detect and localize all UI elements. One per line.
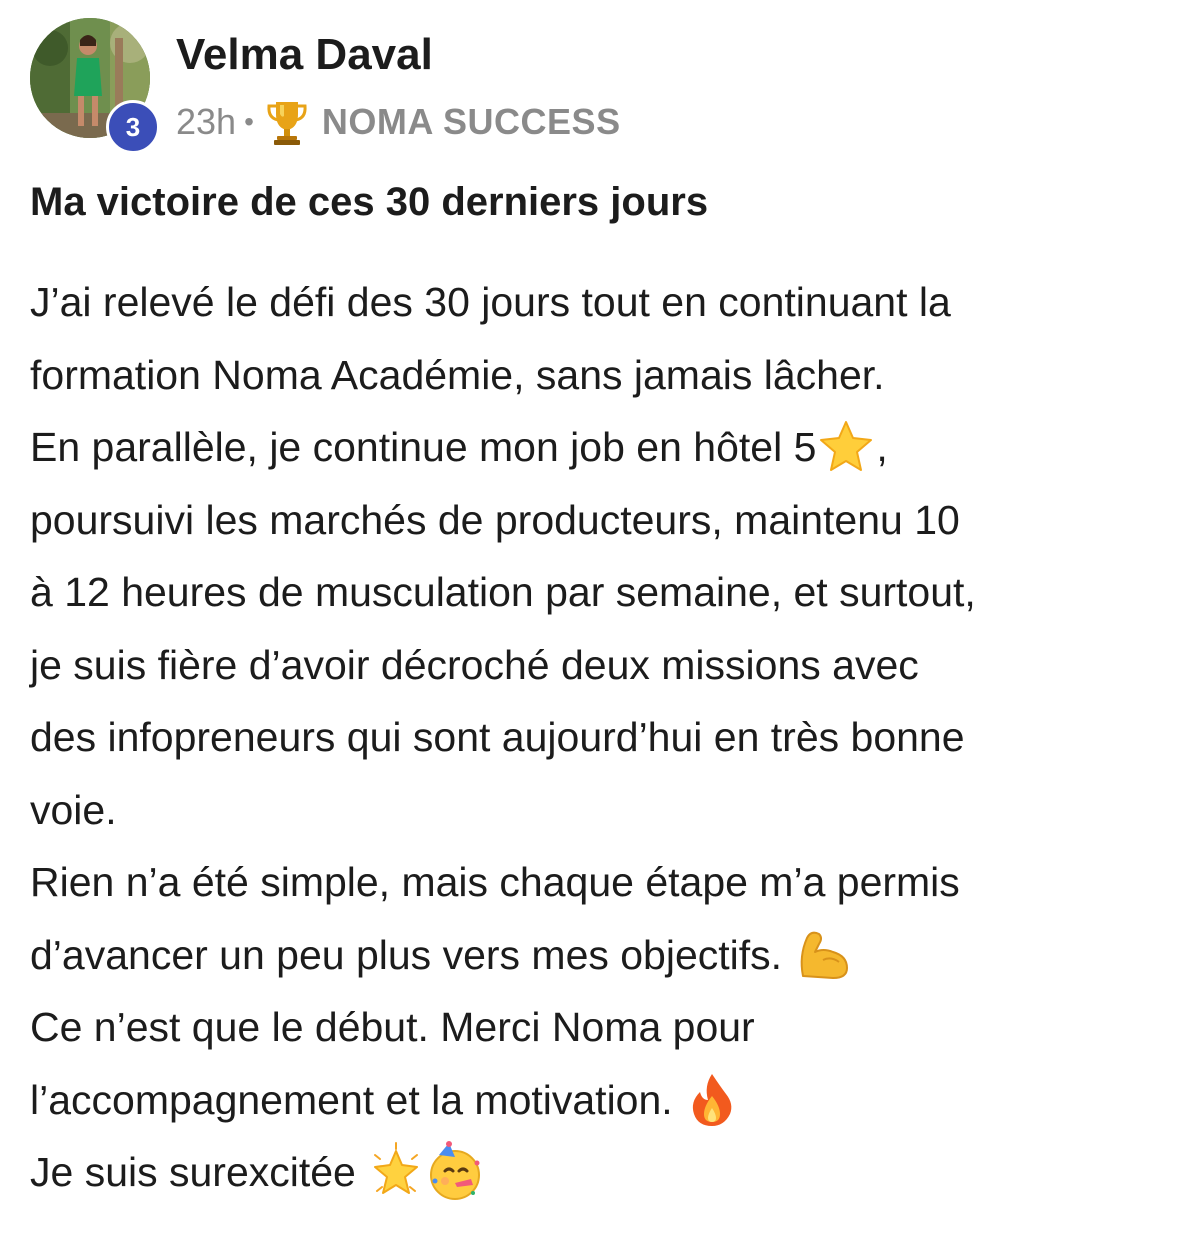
body-line-6: je suis fière d’avoir décroché deux miss… xyxy=(30,641,919,688)
separator-dot: • xyxy=(244,106,254,137)
post-header: 3 Velma Daval 23h • NOMA SUCCESS xyxy=(30,18,1130,158)
level-badge: 3 xyxy=(106,100,160,154)
body-line-3: En parallèle, je continue mon job en hôt… xyxy=(30,411,1150,484)
body-line-9: Rien n’a été simple, mais chaque étape m… xyxy=(30,859,960,905)
body-line-4: poursuivi les marchés de producteurs, ma… xyxy=(30,496,960,543)
post-meta: 23h • NOMA SUCCESS xyxy=(176,98,621,146)
body-line-2: formation Noma Académie, sans jamais lâc… xyxy=(30,351,885,398)
body-line-3-text: En parallèle, je continue mon job en hôt… xyxy=(30,424,817,470)
body-line-12-text: l’accompagnement et la motivation. xyxy=(30,1076,673,1123)
trophy-icon xyxy=(267,102,307,145)
post-time: 23h xyxy=(176,101,237,142)
body-line-11: Ce n’est que le début. Merci Noma pour xyxy=(30,1004,755,1050)
body-line-7: des infopreneurs qui sont aujourd’hui en… xyxy=(30,714,965,760)
body-line-12: l’accompagnement et la motivation. xyxy=(30,1064,1150,1137)
body-line-8: voie. xyxy=(30,786,117,833)
body-line-13-text: Je suis surexcitée xyxy=(30,1149,356,1195)
flexed-biceps-emoji-icon xyxy=(801,931,849,979)
post-body: J’ai relevé le défi des 30 jours tout en… xyxy=(30,266,1150,1209)
body-line-10: d’avancer un peu plus vers mes objectifs… xyxy=(30,919,1150,992)
author-name[interactable]: Velma Daval xyxy=(176,30,433,80)
category-label[interactable]: NOMA SUCCESS xyxy=(322,101,621,143)
fire-emoji-icon xyxy=(692,1073,732,1126)
body-line-3-suffix: , xyxy=(876,424,888,470)
post-card: 3 Velma Daval 23h • NOMA SUCCESS Ma vict… xyxy=(0,0,1179,1236)
body-line-10-text: d’avancer un peu plus vers mes objectifs… xyxy=(30,931,783,978)
post-title: Ma victoire de ces 30 derniers jours xyxy=(30,180,709,224)
body-line-1: J’ai relevé le défi des 30 jours tout en… xyxy=(30,279,951,325)
partying-face-emoji-icon xyxy=(430,1141,481,1201)
body-line-5: à 12 heures de musculation par semaine, … xyxy=(30,569,976,615)
star-emoji-icon xyxy=(820,421,873,472)
glowing-star-emoji-icon xyxy=(374,1142,419,1195)
body-line-13: Je suis surexcitée xyxy=(30,1136,1150,1209)
